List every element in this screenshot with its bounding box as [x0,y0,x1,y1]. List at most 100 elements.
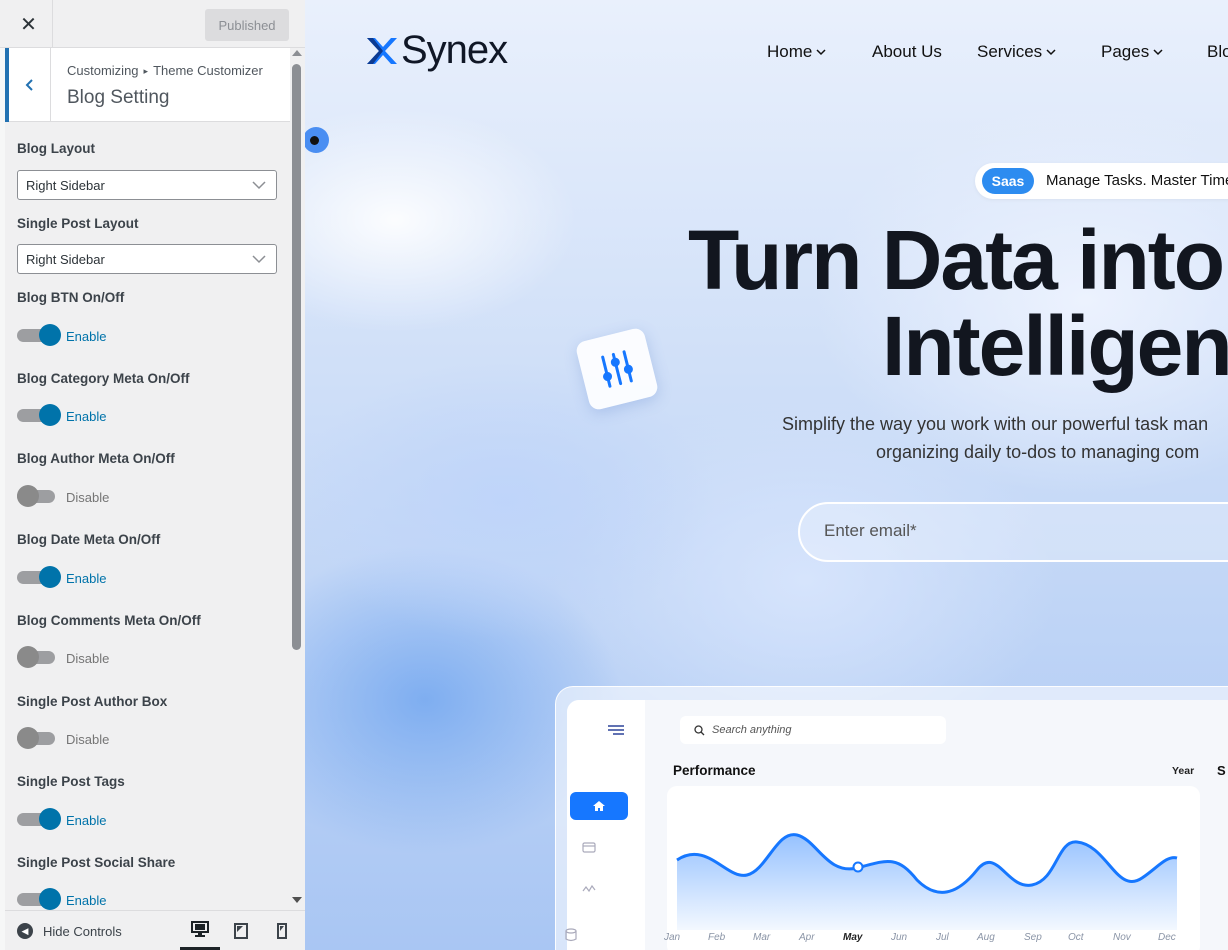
toggle-label: Blog Comments Meta On/Off [17,613,201,628]
hide-controls-button[interactable]: ◀ Hide Controls [17,923,122,939]
chart-area [677,834,1177,930]
activity-icon [582,884,596,893]
blog-category-meta-toggle[interactable] [17,404,61,426]
toggle-state: Disable [66,651,110,666]
scroll-down-icon[interactable] [292,897,302,903]
database-icon [565,928,577,942]
month-label: Apr [799,932,815,943]
nav-label: Services [977,42,1043,61]
chart-point [852,861,864,873]
hero-headline-line1: Turn Data into B [688,213,1228,307]
nav-label: Blo [1207,42,1228,61]
month-label: Jun [891,932,908,943]
wallet-icon [582,842,596,853]
month-label: Oct [1068,932,1084,943]
toggle-state: Disable [66,490,110,505]
chevron-left-icon [25,79,33,91]
performance-chart [676,833,1178,930]
collapse-icon: ◀ [17,923,33,939]
breadcrumb-separator: ▸ [143,66,149,76]
dashboard-cut-label: S [1217,763,1226,778]
single-post-tags-toggle[interactable] [17,808,61,830]
dashboard-home-button [570,792,628,820]
breadcrumb: Customizing ▸ Theme Customizer [67,63,263,78]
toggle-state: Enable [66,893,107,908]
nav-label: Home [767,42,813,61]
tablet-icon [234,923,248,939]
close-icon: ✕ [20,13,37,36]
chevron-down-icon [1153,48,1163,55]
blog-date-meta-toggle[interactable] [17,566,61,588]
toggle-state: Enable [66,329,107,344]
toggle-label: Blog Date Meta On/Off [17,532,161,547]
site-header: Synex Home About Us Services Pages Blo [305,0,1228,100]
badge-pill: Saas [982,168,1034,194]
edit-shortcut-icon[interactable] [305,127,329,153]
menu-icon [608,725,624,735]
scroll-up-icon[interactable] [292,50,302,56]
chevron-down-icon [816,48,826,55]
blog-author-meta-toggle[interactable] [17,485,61,507]
hero-subtext-line2: organizing daily to-dos to managing com [876,442,1200,462]
toggle-label: Blog Category Meta On/Off [17,371,190,386]
desktop-preview-button[interactable] [180,911,220,950]
email-input[interactable] [824,521,1224,541]
month-label: Aug [977,932,995,943]
search-icon [694,724,705,735]
back-button[interactable] [5,48,51,122]
toggle-label: Blog Author Meta On/Off [17,451,175,466]
blog-layout-select[interactable]: Right Sidebar [17,170,277,200]
scrollbar-thumb[interactable] [292,64,301,650]
home-icon [593,801,605,811]
single-post-layout-select[interactable]: Right Sidebar [17,244,277,274]
breadcrumb-parent: Theme Customizer [153,63,263,78]
toggle-state: Enable [66,409,107,424]
month-label: Jul [936,932,949,943]
section-header: Customizing ▸ Theme Customizer Blog Settin… [5,48,290,122]
month-label: Jan [664,932,681,943]
blog-layout-label: Blog Layout [17,141,95,156]
toggle-label: Single Post Author Box [17,694,168,709]
sliders-card [574,326,660,412]
desktop-icon [191,921,209,937]
dashboard-search: Search anything [680,716,946,744]
chevron-down-icon [252,255,266,264]
toggle-label: Blog BTN On/Off [17,290,125,305]
blog-comments-meta-toggle[interactable] [17,646,61,668]
site-logo[interactable]: Synex [365,28,508,73]
hide-controls-label: Hide Controls [43,923,122,939]
dashboard-title: Performance [673,763,756,778]
dashboard-search-placeholder: Search anything [712,724,792,736]
synex-logo-icon [367,37,397,64]
hero-badge: Saas Manage Tasks. Master Time [975,163,1228,199]
nav-services[interactable]: Services [977,42,1056,62]
toggle-state: Disable [66,732,110,747]
chevron-down-icon [252,181,266,190]
single-post-author-box-toggle[interactable] [17,727,61,749]
tablet-preview-button[interactable] [221,911,261,950]
breadcrumb-root: Customizing [67,63,139,78]
month-label-active: May [843,932,863,943]
email-field-wrapper [798,502,1228,562]
toggle-state: Enable [66,813,107,828]
controls-panel: Blog Layout Right Sidebar Single Post La… [5,122,290,910]
nav-blog[interactable]: Blo [1207,42,1228,62]
nav-home[interactable]: Home [767,42,826,62]
close-customizer-button[interactable]: ✕ [5,0,53,48]
toggle-label: Single Post Social Share [17,855,176,870]
mobile-icon [277,923,287,939]
badge-text: Manage Tasks. Master Time [1046,172,1228,189]
month-label: Mar [753,932,771,943]
logo-text: Synex [401,28,508,72]
blog-layout-value: Right Sidebar [26,177,105,193]
single-post-layout-label: Single Post Layout [17,216,139,231]
blog-btn-toggle[interactable] [17,324,61,346]
nav-about[interactable]: About Us [872,42,942,62]
nav-pages[interactable]: Pages [1101,42,1163,62]
nav-label: Pages [1101,42,1150,61]
single-post-social-share-toggle[interactable] [17,888,61,910]
toggle-state: Enable [66,571,107,586]
single-post-layout-value: Right Sidebar [26,251,105,267]
mobile-preview-button[interactable] [262,911,302,950]
publish-button[interactable]: Published [205,9,289,41]
